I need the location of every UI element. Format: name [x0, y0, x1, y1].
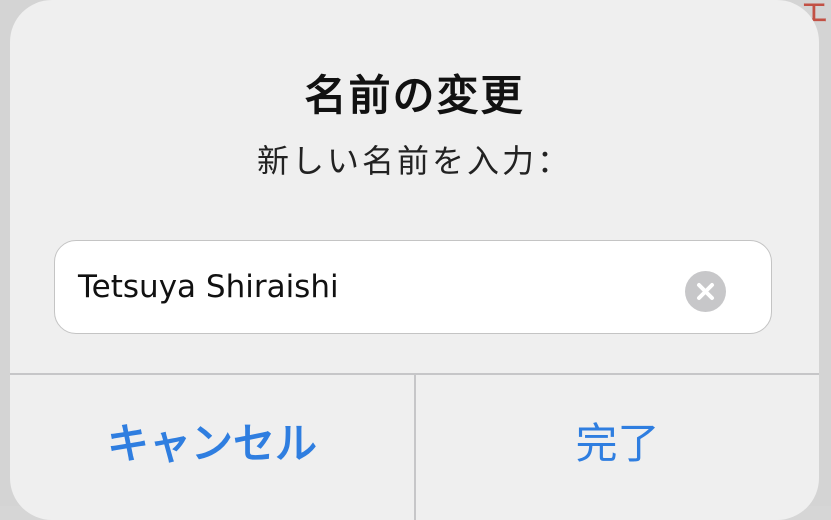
name-field-value[interactable]: Tetsuya Shiraishi	[78, 269, 339, 305]
alert-message: 新しい名前を入力：	[256, 142, 572, 180]
cancel-button[interactable]: キャンセル	[10, 374, 414, 508]
clear-text-button[interactable]	[685, 271, 726, 312]
alert-title: 名前の変更	[304, 71, 525, 120]
name-text-field[interactable]: Tetsuya Shiraishi	[54, 240, 772, 334]
clear-x-icon	[697, 283, 714, 300]
done-button[interactable]: 完了	[416, 374, 819, 506]
rename-alert-dialog: 名前の変更 新しい名前を入力： Tetsuya Shiraishi キャンセル …	[10, 0, 819, 520]
